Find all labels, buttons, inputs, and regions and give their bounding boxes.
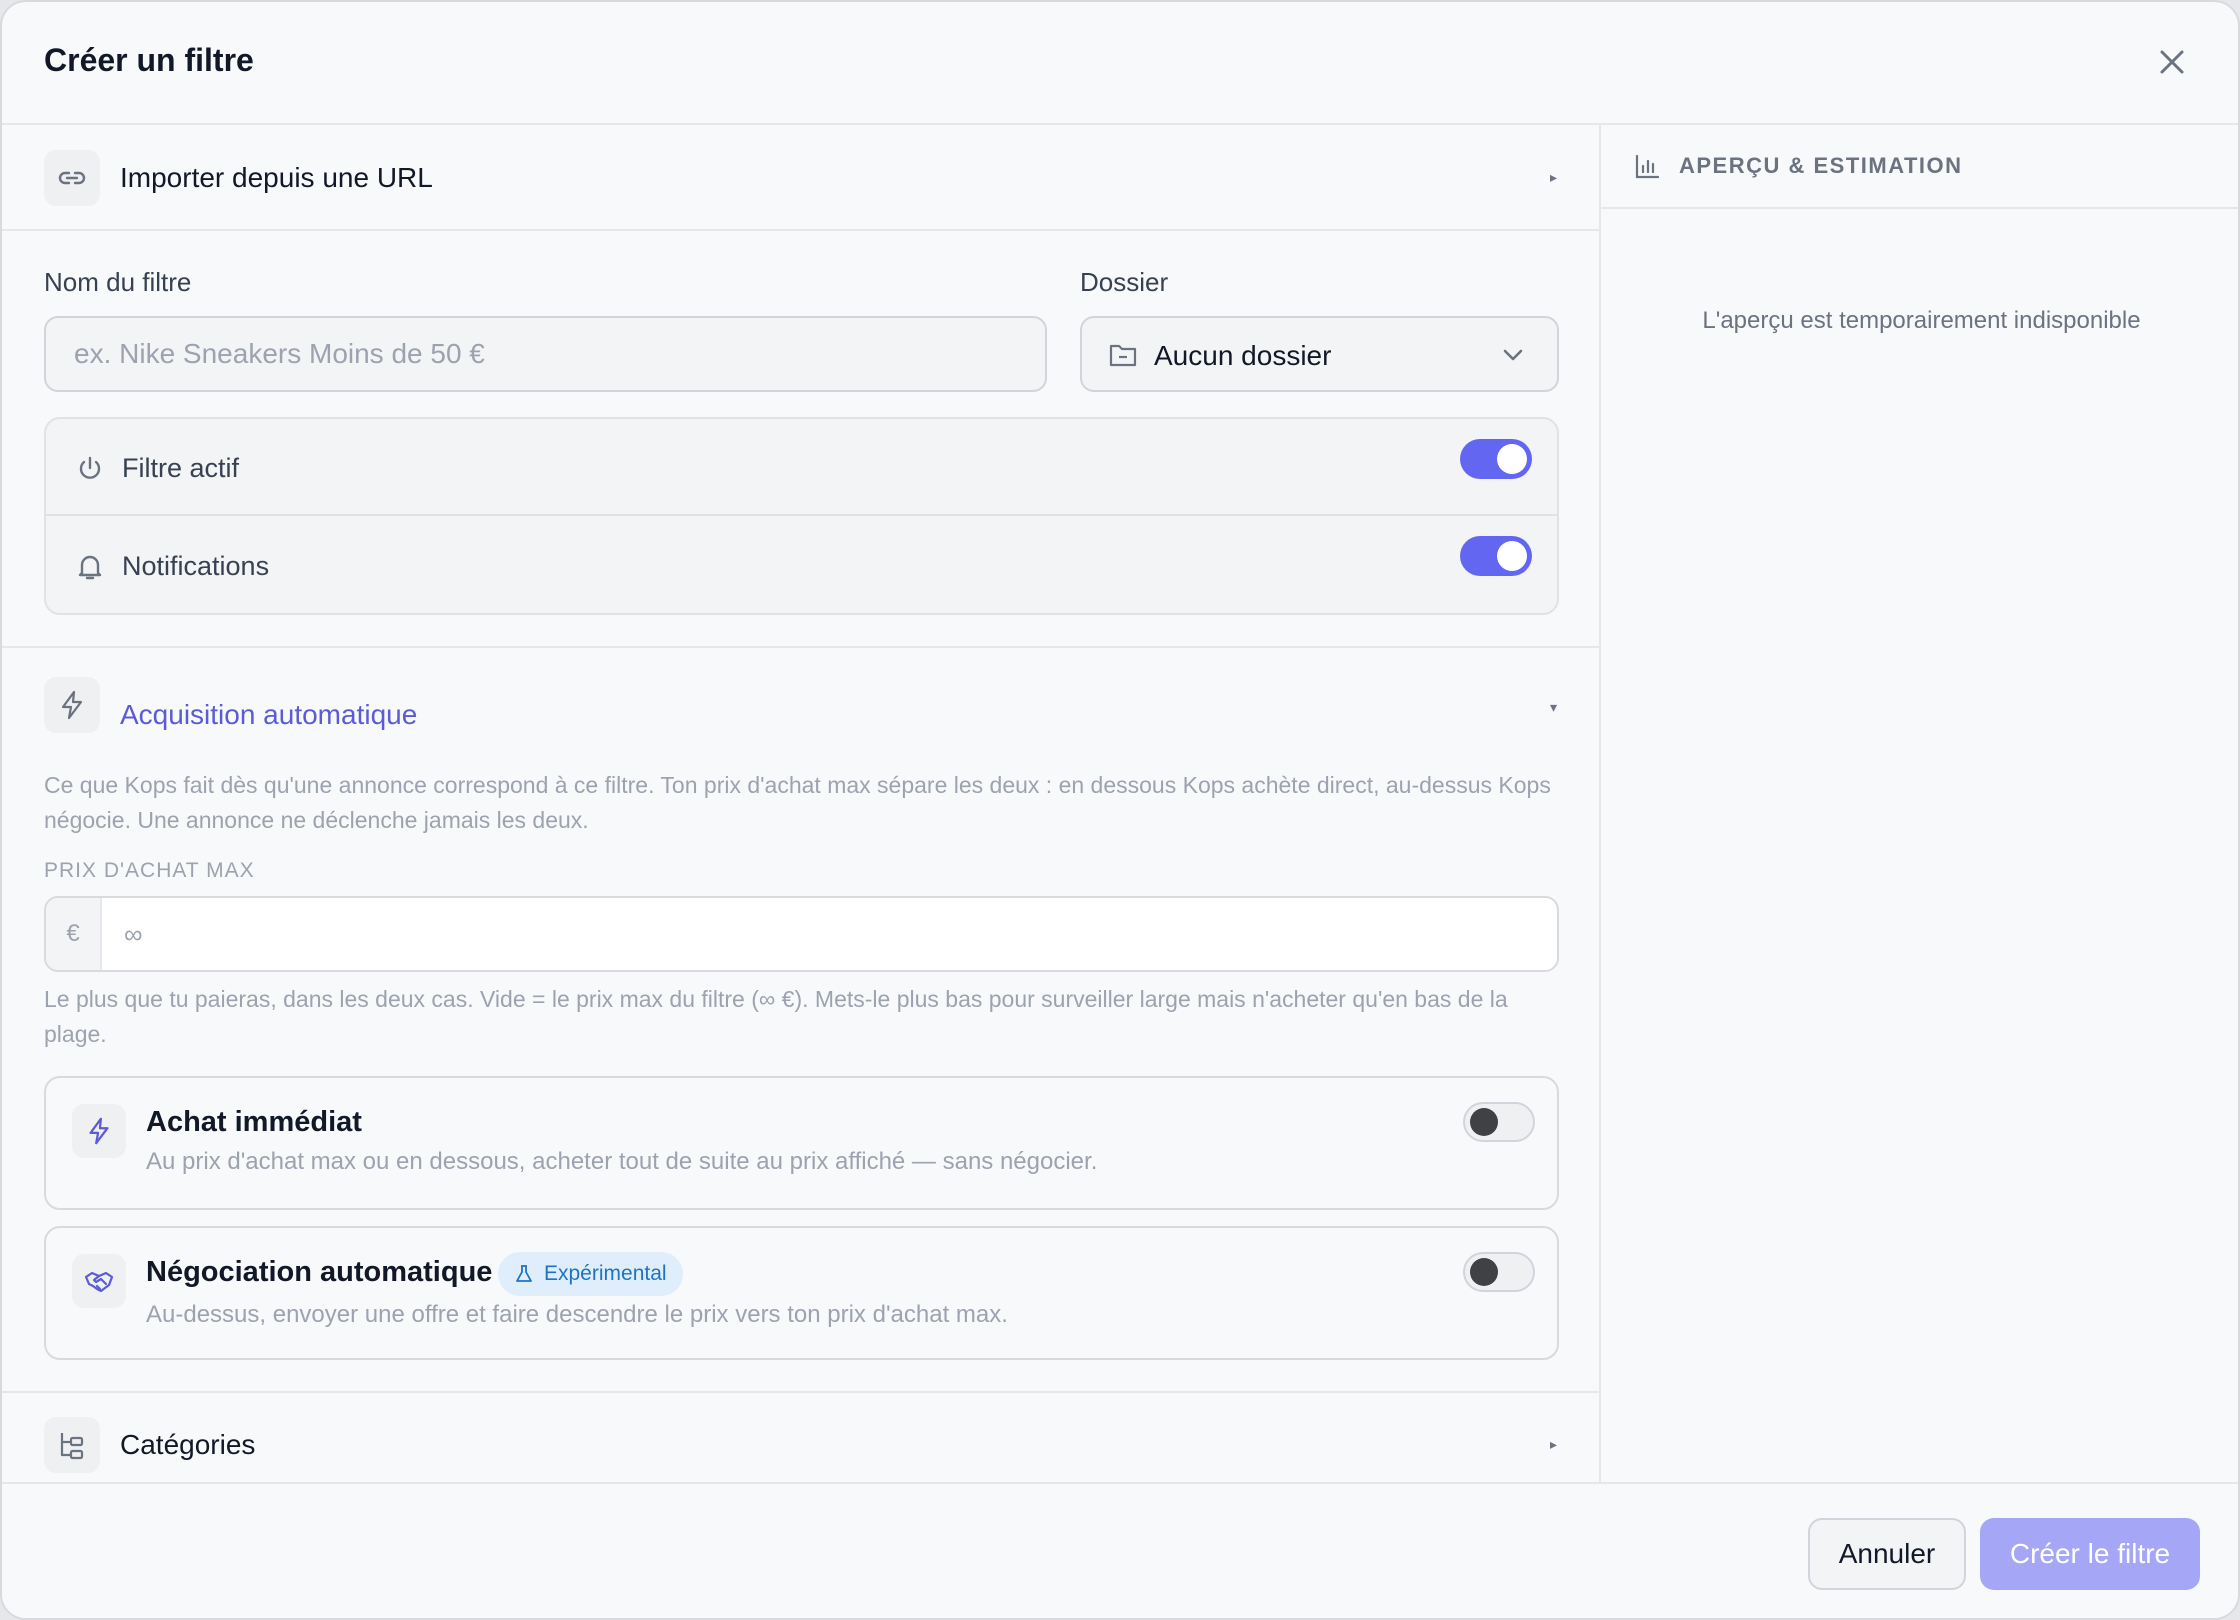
notifications-label: Notifications <box>122 551 270 581</box>
dialog-header: Créer un filtre <box>2 2 2238 125</box>
preview-title: APERÇU & ESTIMATION <box>1679 153 1963 178</box>
section-divider <box>2 646 1599 648</box>
caret-right-icon: ▸ <box>1550 1436 1558 1452</box>
flask-icon <box>516 1265 532 1282</box>
max-price-field: € <box>44 896 1559 972</box>
chevron-down-icon <box>1500 344 1526 371</box>
import-url-label: Importer depuis une URL <box>120 162 433 193</box>
filter-name-input[interactable] <box>44 316 1047 392</box>
acquisition-label: Acquisition automatique <box>120 699 418 730</box>
toggle-row-notifications: Notifications <box>46 517 1557 613</box>
caret-down-icon: ▾ <box>1550 699 1558 715</box>
preview-unavailable-message: L'aperçu est temporairement indisponible <box>1702 307 2141 334</box>
folder-value: Aucun dossier <box>1154 340 1332 371</box>
preview-panel: APERÇU & ESTIMATION L'aperçu est tempora… <box>1599 125 2238 1482</box>
notifications-toggle[interactable] <box>1460 536 1532 576</box>
toggle-knob <box>1497 541 1527 571</box>
auto-negotiation-toggle[interactable] <box>1463 1252 1535 1292</box>
currency-prefix: € <box>46 898 102 970</box>
import-url-section[interactable]: Importer depuis une URL ▸ <box>2 125 1599 231</box>
instant-buy-toggle[interactable] <box>1463 1102 1535 1142</box>
categories-section[interactable]: Catégories ▸ <box>2 1392 1599 1482</box>
handshake-icon <box>72 1254 126 1308</box>
create-filter-button[interactable]: Créer le filtre <box>1980 1518 2200 1590</box>
auto-negotiation-title: Négociation automatique <box>146 1256 493 1288</box>
folder-select[interactable]: Aucun dossier <box>1080 316 1559 392</box>
folder-icon <box>1108 341 1138 374</box>
toggle-knob <box>1470 1258 1498 1286</box>
lightning-icon <box>72 1104 126 1158</box>
close-icon[interactable] <box>2152 42 2192 82</box>
category-tree-icon <box>44 1417 100 1473</box>
toggle-knob <box>1497 444 1527 474</box>
categories-label: Catégories <box>120 1429 256 1460</box>
caret-right-icon: ▸ <box>1550 169 1558 185</box>
folder-label: Dossier <box>1080 267 1169 297</box>
instant-buy-title: Achat immédiat <box>146 1106 362 1138</box>
filter-name-label: Nom du filtre <box>44 267 192 297</box>
filter-active-label: Filtre actif <box>122 453 240 483</box>
toggle-row-active: Filtre actif <box>46 419 1557 516</box>
instant-buy-option: Achat immédiat Au prix d'achat max ou en… <box>44 1076 1559 1210</box>
acquisition-description: Ce que Kops fait dès qu'une annonce corr… <box>44 772 1551 833</box>
experimental-badge-label: Expérimental <box>544 1262 667 1285</box>
dialog-footer: Annuler Créer le filtre <box>2 1482 2238 1618</box>
cancel-button[interactable]: Annuler <box>1808 1518 1966 1590</box>
auto-negotiation-option: Négociation automatique Expérimental Au-… <box>44 1226 1559 1360</box>
filter-form: Importer depuis une URL ▸ Nom du filtre … <box>2 125 1599 1482</box>
experimental-badge: Expérimental <box>498 1252 683 1296</box>
auto-negotiation-description: Au-dessus, envoyer une offre et faire de… <box>146 1301 1008 1328</box>
instant-buy-description: Au prix d'achat max ou en dessous, achet… <box>146 1148 1098 1175</box>
max-price-label: PRIX D'ACHAT MAX <box>44 859 255 882</box>
toggle-knob <box>1470 1108 1498 1136</box>
dialog-title: Créer un filtre <box>44 42 254 78</box>
link-icon <box>44 150 100 206</box>
power-icon <box>74 453 106 485</box>
preview-header: APERÇU & ESTIMATION <box>1601 125 2238 209</box>
max-price-input[interactable] <box>104 898 1554 970</box>
max-price-help: Le plus que tu paieras, dans les deux ca… <box>44 986 1508 1047</box>
filter-toggles-card: Filtre actif Notifications <box>44 417 1559 615</box>
filter-active-toggle[interactable] <box>1460 439 1532 479</box>
create-filter-dialog: Créer un filtre Importer depuis une URL … <box>0 0 2240 1620</box>
lightning-icon <box>44 677 100 733</box>
bar-chart-icon <box>1633 153 1661 186</box>
bell-icon <box>74 551 106 583</box>
